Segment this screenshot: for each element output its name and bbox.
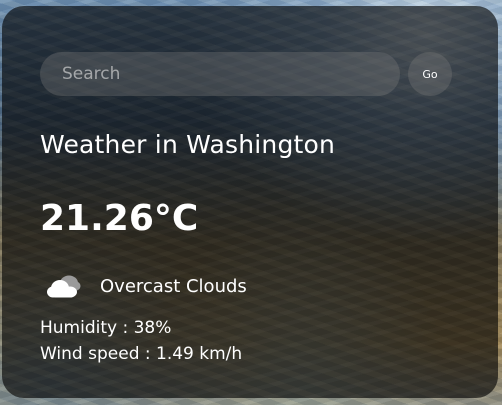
temperature: 21.26°C [40, 198, 199, 239]
go-button[interactable]: Go [408, 52, 452, 96]
overcast-cloud-icon [47, 275, 81, 298]
weather-card: Go Weather in Washington 21.26°C Overcas… [2, 6, 498, 398]
humidity-text: Humidity : 38% [40, 318, 172, 338]
city-title: Weather in Washington [40, 130, 336, 159]
condition-label: Overcast Clouds [100, 275, 247, 297]
search-bar: Go [40, 52, 452, 96]
search-input[interactable] [40, 52, 400, 96]
condition-row: Overcast Clouds [46, 272, 247, 300]
wind-speed-text: Wind speed : 1.49 km/h [40, 344, 243, 364]
